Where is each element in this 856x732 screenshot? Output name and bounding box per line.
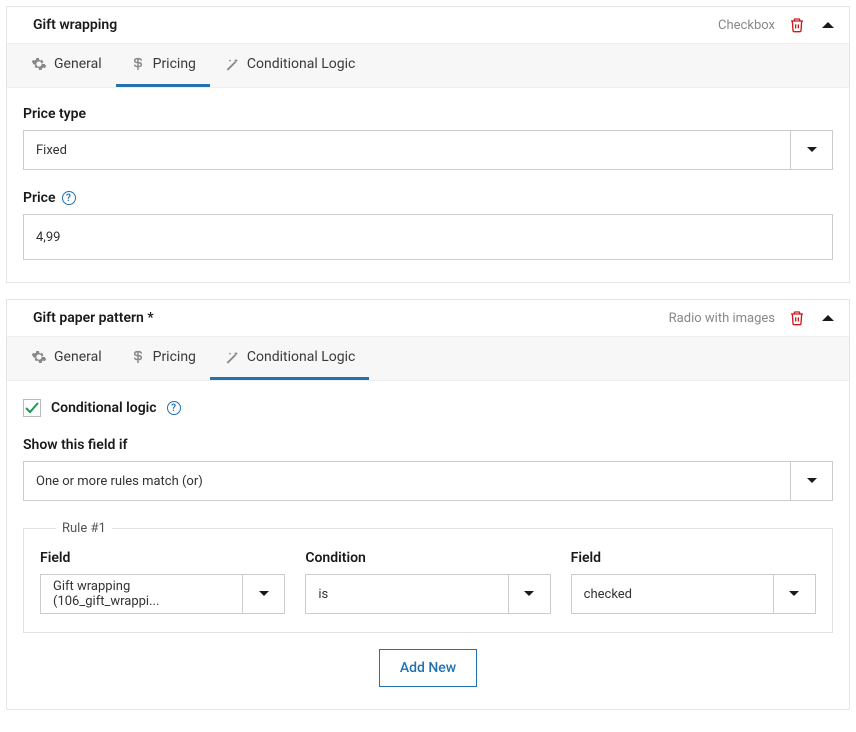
rule-col-field: Field Gift wrapping (106_gift_wrappi...: [40, 550, 285, 614]
select-value: One or more rules match (or): [24, 474, 790, 489]
help-icon[interactable]: ?: [167, 401, 181, 415]
trash-icon[interactable]: [789, 17, 805, 33]
price-type-select[interactable]: Fixed: [23, 130, 833, 170]
label-show-if: Show this field if: [23, 437, 833, 453]
panel-gift-wrapping: Gift wrapping Checkbox General Pricing C…: [6, 6, 850, 283]
panel-body: Conditional logic ? Show this field if O…: [7, 381, 849, 709]
chevron-down-icon: [508, 575, 550, 613]
collapse-icon[interactable]: [821, 20, 835, 30]
collapse-icon[interactable]: [821, 313, 835, 323]
panel-header: Gift wrapping Checkbox: [7, 7, 849, 43]
tab-pricing[interactable]: Pricing: [116, 44, 210, 87]
panel-title: Gift wrapping: [33, 17, 718, 33]
field-price: Price ?: [23, 190, 833, 260]
wand-icon: [224, 56, 240, 72]
rule-condition-select[interactable]: is: [305, 574, 550, 614]
label-price: Price ?: [23, 190, 833, 206]
rule-fieldset: Rule #1 Field Gift wrapping (106_gift_wr…: [23, 521, 833, 633]
tabs: General Pricing Conditional Logic: [7, 336, 849, 381]
gear-icon: [31, 349, 47, 365]
field-type-label: Radio with images: [669, 311, 775, 326]
panel-title: Gift paper pattern *: [33, 310, 669, 326]
rule-col-value: Field checked: [571, 550, 816, 614]
tab-conditional-logic[interactable]: Conditional Logic: [210, 44, 369, 87]
conditional-logic-toggle: Conditional logic ?: [23, 399, 833, 417]
tabs: General Pricing Conditional Logic: [7, 43, 849, 88]
show-if-select[interactable]: One or more rules match (or): [23, 461, 833, 501]
tab-label: Pricing: [153, 56, 196, 72]
select-value: checked: [572, 587, 773, 602]
tab-label: Conditional Logic: [247, 349, 355, 365]
select-value: Fixed: [24, 143, 790, 158]
rule-legend: Rule #1: [56, 521, 112, 536]
field-show-if: Show this field if One or more rules mat…: [23, 437, 833, 501]
rule-field-select[interactable]: Gift wrapping (106_gift_wrappi...: [40, 574, 285, 614]
select-value: Gift wrapping (106_gift_wrappi...: [41, 579, 242, 609]
conditional-logic-checkbox[interactable]: [23, 399, 41, 417]
tab-label: General: [54, 349, 102, 365]
checkbox-label: Conditional logic: [51, 400, 157, 416]
select-value: is: [306, 587, 507, 602]
chevron-down-icon: [790, 131, 832, 169]
add-new-button[interactable]: Add New: [379, 649, 477, 687]
panel-body: Price type Fixed Price ?: [7, 88, 849, 282]
field-price-type: Price type Fixed: [23, 106, 833, 170]
dollar-icon: [130, 56, 146, 72]
panel-gift-paper-pattern: Gift paper pattern * Radio with images G…: [6, 299, 850, 710]
panel-header: Gift paper pattern * Radio with images: [7, 300, 849, 336]
chevron-down-icon: [790, 462, 832, 500]
rule-col-label: Field: [571, 550, 816, 566]
label-price-type: Price type: [23, 106, 833, 122]
rule-col-label: Condition: [305, 550, 550, 566]
dollar-icon: [130, 349, 146, 365]
tab-pricing[interactable]: Pricing: [116, 337, 210, 380]
trash-icon[interactable]: [789, 310, 805, 326]
field-type-label: Checkbox: [718, 18, 775, 33]
add-new-row: Add New: [23, 649, 833, 687]
chevron-down-icon: [242, 575, 284, 613]
rule-row: Field Gift wrapping (106_gift_wrappi... …: [40, 550, 816, 614]
rule-col-condition: Condition is: [305, 550, 550, 614]
gear-icon: [31, 56, 47, 72]
tab-conditional-logic[interactable]: Conditional Logic: [210, 337, 369, 380]
tab-label: Pricing: [153, 349, 196, 365]
help-icon[interactable]: ?: [62, 191, 76, 205]
wand-icon: [224, 349, 240, 365]
rule-col-label: Field: [40, 550, 285, 566]
tab-general[interactable]: General: [17, 337, 116, 380]
tab-general[interactable]: General: [17, 44, 116, 87]
price-input[interactable]: [23, 214, 833, 260]
rule-value-select[interactable]: checked: [571, 574, 816, 614]
tab-label: Conditional Logic: [247, 56, 355, 72]
tab-label: General: [54, 56, 102, 72]
chevron-down-icon: [773, 575, 815, 613]
